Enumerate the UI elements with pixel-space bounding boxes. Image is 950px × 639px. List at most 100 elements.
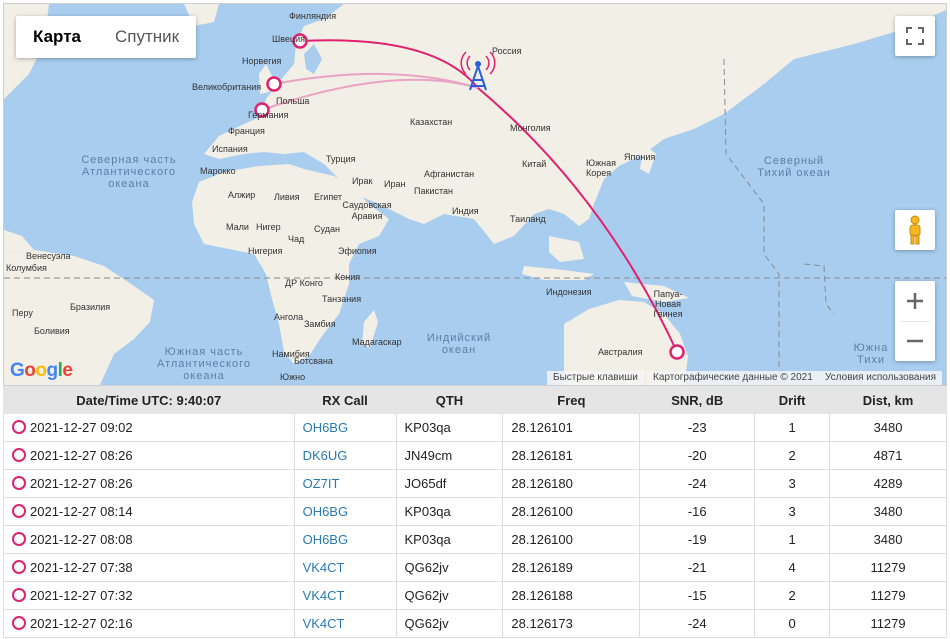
cell-call[interactable]: DK6UG bbox=[293, 441, 397, 470]
time-text: 2021-12-27 08:26 bbox=[30, 448, 133, 463]
terms-of-use-link[interactable]: Условия использования bbox=[819, 371, 942, 385]
map[interactable]: Северная часть Атлантического океана Сев… bbox=[3, 3, 947, 386]
map-type-satellite-button[interactable]: Спутник bbox=[98, 16, 196, 58]
cell-dist: 11279 bbox=[829, 553, 947, 582]
rx-marker-oz7it[interactable] bbox=[292, 33, 308, 49]
cell-qth: QG62jv bbox=[395, 609, 504, 638]
cell-snr: -21 bbox=[639, 553, 756, 582]
cell-drift: 0 bbox=[754, 609, 831, 638]
cell-snr: -20 bbox=[639, 441, 756, 470]
cell-freq: 28.126100 bbox=[502, 525, 641, 554]
cell-time: 2021-12-27 07:32 bbox=[3, 581, 295, 610]
row-marker-icon[interactable] bbox=[12, 448, 26, 462]
col-header-time[interactable]: Date/Time UTC: 9:40:07 bbox=[3, 386, 295, 414]
cell-dist: 3480 bbox=[829, 497, 947, 526]
col-header-call[interactable]: RX Call bbox=[293, 386, 397, 414]
row-marker-icon[interactable] bbox=[12, 588, 26, 602]
time-text: 2021-12-27 02:16 bbox=[30, 616, 133, 631]
cell-freq: 28.126188 bbox=[502, 581, 641, 610]
time-text: 2021-12-27 07:32 bbox=[30, 588, 133, 603]
google-logo[interactable]: Google bbox=[10, 360, 73, 382]
col-header-qth[interactable]: QTH bbox=[395, 386, 504, 414]
col-header-snr[interactable]: SNR, dB bbox=[639, 386, 756, 414]
map-type-control: Карта Спутник bbox=[16, 16, 197, 58]
rx-marker-vk4ct[interactable] bbox=[669, 344, 685, 360]
cell-time: 2021-12-27 08:26 bbox=[3, 441, 295, 470]
table-row[interactable]: 2021-12-27 02:16 VK4CT QG62jv 28.126173 -24 0… bbox=[3, 609, 947, 638]
cell-call[interactable]: VK4CT bbox=[293, 581, 397, 610]
cell-qth: QG62jv bbox=[395, 581, 504, 610]
pegman-icon bbox=[909, 215, 921, 245]
cell-call[interactable]: VK4CT bbox=[293, 553, 397, 582]
cell-drift: 4 bbox=[754, 553, 831, 582]
row-marker-icon[interactable] bbox=[12, 532, 26, 546]
spots-table: Date/Time UTC: 9:40:07 RX Call QTH Freq … bbox=[3, 386, 947, 638]
plus-icon bbox=[907, 292, 923, 309]
table-header-row: Date/Time UTC: 9:40:07 RX Call QTH Freq … bbox=[3, 386, 947, 414]
cell-qth: QG62jv bbox=[395, 553, 504, 582]
row-marker-icon[interactable] bbox=[12, 504, 26, 518]
cell-snr: -15 bbox=[639, 581, 756, 610]
cell-call[interactable]: OH6BG bbox=[293, 525, 397, 554]
cell-dist: 11279 bbox=[829, 609, 947, 638]
cell-dist: 3480 bbox=[829, 525, 947, 554]
cell-dist: 4289 bbox=[829, 469, 947, 498]
map-canvas[interactable] bbox=[4, 4, 947, 386]
cell-freq: 28.126100 bbox=[502, 497, 641, 526]
col-header-freq[interactable]: Freq bbox=[502, 386, 641, 414]
cell-dist: 4871 bbox=[829, 441, 947, 470]
cell-time: 2021-12-27 08:08 bbox=[3, 525, 295, 554]
table-row[interactable]: 2021-12-27 08:26 OZ7IT JO65df 28.126180 -24 3… bbox=[3, 469, 947, 498]
table-row[interactable]: 2021-12-27 07:38 VK4CT QG62jv 28.126189 -21 4… bbox=[3, 553, 947, 582]
cell-drift: 2 bbox=[754, 441, 831, 470]
table-row[interactable]: 2021-12-27 07:32 VK4CT QG62jv 28.126188 -15 2… bbox=[3, 581, 947, 610]
zoom-in-button[interactable] bbox=[895, 281, 935, 321]
cell-call[interactable]: VK4CT bbox=[293, 609, 397, 638]
cell-time: 2021-12-27 07:38 bbox=[3, 553, 295, 582]
cell-snr: -24 bbox=[639, 609, 756, 638]
time-text: 2021-12-27 08:14 bbox=[30, 504, 133, 519]
cell-drift: 3 bbox=[754, 497, 831, 526]
cell-freq: 28.126173 bbox=[502, 609, 641, 638]
cell-time: 2021-12-27 09:02 bbox=[3, 413, 295, 442]
cell-call[interactable]: OH6BG bbox=[293, 497, 397, 526]
row-marker-icon[interactable] bbox=[12, 616, 26, 630]
row-marker-icon[interactable] bbox=[12, 476, 26, 490]
col-header-dist[interactable]: Dist, km bbox=[829, 386, 947, 414]
cell-qth: KP03qa bbox=[395, 497, 504, 526]
cell-snr: -23 bbox=[639, 413, 756, 442]
cell-drift: 1 bbox=[754, 525, 831, 554]
cell-qth: KP03qa bbox=[395, 413, 504, 442]
cell-qth: JN49cm bbox=[395, 441, 504, 470]
cell-snr: -16 bbox=[639, 497, 756, 526]
cell-time: 2021-12-27 08:26 bbox=[3, 469, 295, 498]
fullscreen-icon bbox=[906, 27, 924, 45]
row-marker-icon[interactable] bbox=[12, 560, 26, 574]
keyboard-shortcuts-link[interactable]: Быстрые клавиши bbox=[547, 371, 644, 385]
cell-snr: -24 bbox=[639, 469, 756, 498]
time-text: 2021-12-27 08:08 bbox=[30, 532, 133, 547]
col-header-drift[interactable]: Drift bbox=[754, 386, 831, 414]
cell-drift: 1 bbox=[754, 413, 831, 442]
cell-call[interactable]: OH6BG bbox=[293, 413, 397, 442]
minus-icon bbox=[907, 339, 923, 343]
fullscreen-button[interactable] bbox=[895, 16, 935, 56]
rx-marker-dk6ug[interactable] bbox=[254, 102, 270, 118]
cell-call[interactable]: OZ7IT bbox=[293, 469, 397, 498]
table-row[interactable]: 2021-12-27 08:14 OH6BG KP03qa 28.126100 -16 3… bbox=[3, 497, 947, 526]
map-type-map-button[interactable]: Карта bbox=[16, 16, 98, 58]
rx-marker-oh6bg[interactable] bbox=[266, 76, 282, 92]
zoom-out-button[interactable] bbox=[895, 321, 935, 361]
street-view-button[interactable] bbox=[895, 210, 935, 250]
table-row[interactable]: 2021-12-27 09:02 OH6BG KP03qa 28.126101 -23 1… bbox=[3, 413, 947, 442]
cell-dist: 11279 bbox=[829, 581, 947, 610]
table-row[interactable]: 2021-12-27 08:26 DK6UG JN49cm 28.126181 -20 2… bbox=[3, 441, 947, 470]
cell-time: 2021-12-27 02:16 bbox=[3, 609, 295, 638]
table-row[interactable]: 2021-12-27 08:08 OH6BG KP03qa 28.126100 -19 1… bbox=[3, 525, 947, 554]
cell-freq: 28.126180 bbox=[502, 469, 641, 498]
cell-drift: 2 bbox=[754, 581, 831, 610]
time-text: 2021-12-27 08:26 bbox=[30, 476, 133, 491]
cell-time: 2021-12-27 08:14 bbox=[3, 497, 295, 526]
cell-snr: -19 bbox=[639, 525, 756, 554]
row-marker-icon[interactable] bbox=[12, 420, 26, 434]
